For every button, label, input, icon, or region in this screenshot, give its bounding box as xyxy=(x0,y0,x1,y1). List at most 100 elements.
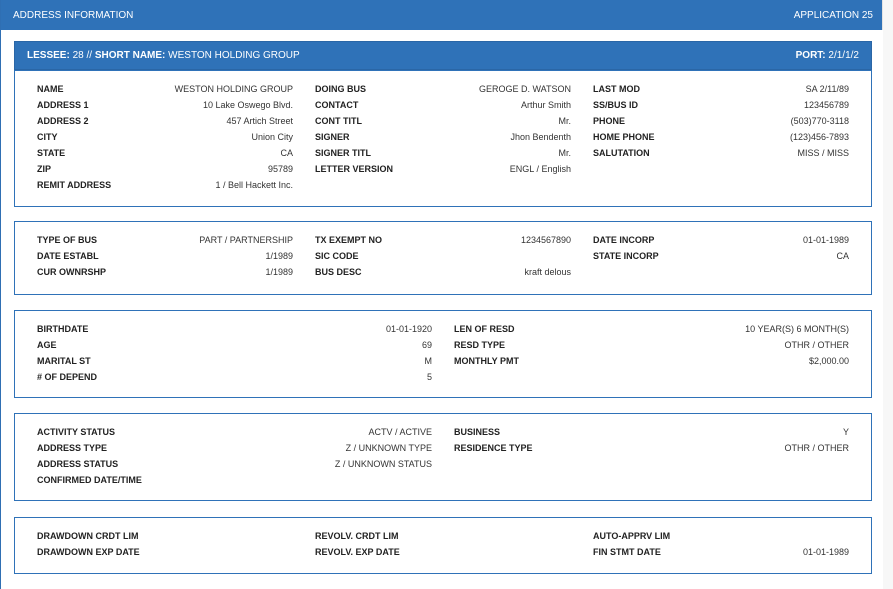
field-value-activity-status: ACTV / ACTIVE xyxy=(368,427,432,437)
lessee-value: 28 xyxy=(72,50,84,61)
lessee-separator: // xyxy=(86,50,93,61)
field-label-contact: CONTACT xyxy=(315,100,359,110)
field-label-bus-desc: BUS DESC xyxy=(315,267,362,277)
field-label-address-2: ADDRESS 2 xyxy=(37,116,89,126)
general-info-panel: NAME WESTON HOLDING GROUP ADDRESS 1 10 Lake… xyxy=(14,70,872,207)
field-value-of-depend: 5 xyxy=(426,372,432,382)
field-label-home-phone: HOME PHONE xyxy=(593,132,655,142)
field-label-revolv-crdt-lim: REVOLV. CRDT LIM xyxy=(315,531,399,541)
field-label-confirmed-date-time: CONFIRMED DATE/TIME xyxy=(37,475,142,485)
port-label: PORT: xyxy=(795,50,826,61)
field-value-resd-type: OTHR / OTHER xyxy=(784,340,850,350)
field-value-salutation: MISS / MISS xyxy=(797,148,849,158)
field-label-name: NAME xyxy=(37,84,64,94)
credit-limits-panel: DRAWDOWN CRDT LIM DRAWDOWN EXP DATE REVOLV… xyxy=(14,517,872,574)
field-value-letter-version: ENGL / English xyxy=(509,164,571,174)
field-value-state-incorp: CA xyxy=(836,251,849,261)
field-value-marital-st: M xyxy=(424,356,433,366)
field-value-date-incorp: 01-01-1989 xyxy=(802,235,849,245)
address-status-panel: ACTIVITY STATUS ACTV / ACTIVE ADDRESS TYPE… xyxy=(14,413,872,501)
field-label-address-type: ADDRESS TYPE xyxy=(37,443,108,453)
short-name-label: SHORT NAME: xyxy=(94,50,166,61)
field-label-revolv-exp-date: REVOLV. EXP DATE xyxy=(315,547,400,557)
field-value-doing-bus: GEROGE D. WATSON xyxy=(478,84,571,94)
address-information-window: ADDRESS INFORMATION APPLICATION 25 LESSE… xyxy=(0,0,893,589)
application-label: APPLICATION 25 xyxy=(793,9,873,21)
field-value-signer: Jhon Bendenth xyxy=(510,132,571,142)
field-value-contact: Arthur Smith xyxy=(520,100,571,110)
field-label-remit-address: REMIT ADDRESS xyxy=(37,180,112,190)
field-value-cont-titl: Mr. xyxy=(558,116,572,126)
field-label-len-of-resd: LEN OF RESD xyxy=(454,324,515,334)
port-summary: PORT: 2/1/1/2 xyxy=(796,50,859,61)
field-label-doing-bus: DOING BUS xyxy=(315,84,367,94)
field-value-zip: 95789 xyxy=(267,164,293,174)
field-value-len-of-resd: 10 YEAR(S) 6 MONTH(S) xyxy=(745,324,849,334)
port-value: 2/1/1/2 xyxy=(828,50,859,61)
field-label-date-establ: DATE ESTABL xyxy=(37,251,99,261)
field-value-remit-address: 1 / Bell Hackett Inc. xyxy=(215,180,293,190)
field-label-age: AGE xyxy=(37,340,57,350)
field-label-city: CITY xyxy=(37,132,58,142)
field-label-tx-exempt-no: TX EXEMPT NO xyxy=(315,235,383,245)
field-label-date-incorp: DATE INCORP xyxy=(593,235,655,245)
lessee-header-bar: LESSEE: 28 // SHORT NAME: WESTON HOLDING… xyxy=(14,41,872,70)
short-name-value: WESTON HOLDING GROUP xyxy=(168,50,300,61)
field-label-of-depend: # OF DEPEND xyxy=(37,372,98,382)
lessee-label: LESSEE: xyxy=(27,50,70,61)
field-label-type-of-bus: TYPE OF BUS xyxy=(37,235,98,245)
field-label-address-1: ADDRESS 1 xyxy=(37,100,89,110)
field-value-monthly-pmt: $2,000.00 xyxy=(808,356,849,366)
field-label-activity-status: ACTIVITY STATUS xyxy=(37,427,116,437)
field-label-cur-ownrshp: CUR OWNRSHP xyxy=(37,267,106,277)
vertical-scrollbar[interactable] xyxy=(882,0,893,589)
field-label-signer-titl: SIGNER TITL xyxy=(315,148,371,158)
field-label-zip: ZIP xyxy=(37,164,52,174)
field-label-last-mod: LAST MOD xyxy=(593,84,640,94)
field-label-salutation: SALUTATION xyxy=(593,148,650,158)
window-title-bar: ADDRESS INFORMATION APPLICATION 25 xyxy=(1,0,883,30)
field-label-ss-bus-id: SS/BUS ID xyxy=(593,100,639,110)
business-info-panel: TYPE OF BUS PART / PARTNERSHIP DATE ESTABL… xyxy=(14,221,872,295)
window-title: ADDRESS INFORMATION xyxy=(13,9,134,21)
field-value-name: WESTON HOLDING GROUP xyxy=(174,84,293,94)
field-label-monthly-pmt: MONTHLY PMT xyxy=(454,356,520,366)
field-label-letter-version: LETTER VERSION xyxy=(315,164,394,174)
field-value-city: Union City xyxy=(251,132,293,142)
field-value-date-establ: 1/1989 xyxy=(265,251,293,261)
field-value-signer-titl: Mr. xyxy=(558,148,572,158)
field-value-bus-desc: kraft delous xyxy=(524,267,571,277)
field-value-phone: (503)770-3118 xyxy=(790,116,849,126)
field-label-drawdown-crdt-lim: DRAWDOWN CRDT LIM xyxy=(37,531,139,541)
field-value-address-2: 457 Artich Street xyxy=(226,116,293,126)
field-label-address-status: ADDRESS STATUS xyxy=(37,459,119,469)
field-value-type-of-bus: PART / PARTNERSHIP xyxy=(199,235,293,245)
field-value-state: CA xyxy=(280,148,293,158)
field-label-signer: SIGNER xyxy=(315,132,350,142)
field-value-tx-exempt-no: 1234567890 xyxy=(520,235,571,245)
field-label-auto-apprv-lim: AUTO-APPRV LIM xyxy=(593,531,671,541)
field-label-sic-code: SIC CODE xyxy=(315,251,359,261)
field-value-residence-type: OTHR / OTHER xyxy=(784,443,850,453)
field-value-address-type: Z / UNKNOWN TYPE xyxy=(345,443,432,453)
field-value-birthdate: 01-01-1920 xyxy=(385,324,432,334)
field-label-birthdate: BIRTHDATE xyxy=(37,324,89,334)
field-label-fin-stmt-date: FIN STMT DATE xyxy=(593,547,661,557)
lessee-summary: LESSEE: 28 // SHORT NAME: WESTON HOLDING… xyxy=(27,50,300,61)
field-value-address-1: 10 Lake Oswego Blvd. xyxy=(202,100,293,110)
field-label-cont-titl: CONT TITL xyxy=(315,116,362,126)
field-value-fin-stmt-date: 01-01-1989 xyxy=(802,547,849,557)
field-value-home-phone: (123)456-7893 xyxy=(789,132,849,142)
field-label-resd-type: RESD TYPE xyxy=(454,340,506,350)
content-area: LESSEE: 28 // SHORT NAME: WESTON HOLDING… xyxy=(1,30,883,589)
field-value-age: 69 xyxy=(421,340,432,350)
field-value-cur-ownrshp: 1/1989 xyxy=(265,267,293,277)
field-label-phone: PHONE xyxy=(593,116,626,126)
field-label-residence-type: RESIDENCE TYPE xyxy=(454,443,533,453)
personal-info-panel: BIRTHDATE 01-01-1920 AGE 69 MARITAL ST M # OF … xyxy=(14,310,872,398)
field-value-business: Y xyxy=(842,427,849,437)
field-label-state-incorp: STATE INCORP xyxy=(593,251,659,261)
field-value-last-mod: SA 2/11/89 xyxy=(805,84,849,94)
field-label-marital-st: MARITAL ST xyxy=(37,356,91,366)
field-label-state: STATE xyxy=(37,148,66,158)
